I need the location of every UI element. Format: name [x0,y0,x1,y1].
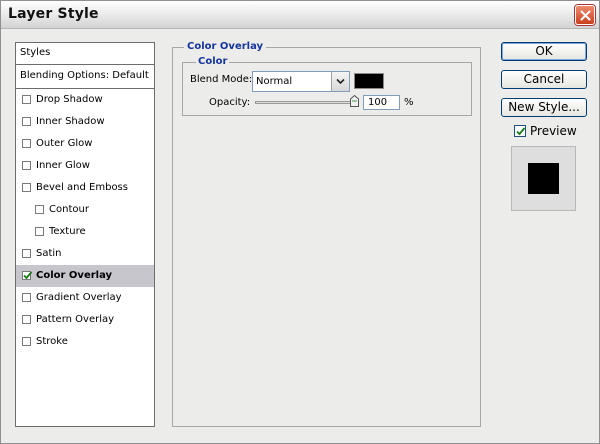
preview-checkbox[interactable] [514,125,526,137]
color-subgroup-heading: Color [196,56,230,67]
contour-checkbox[interactable] [35,205,44,214]
style-item-pattern-overlay[interactable]: Pattern Overlay [16,309,154,331]
style-item-texture[interactable]: Texture [16,221,154,243]
satin-checkbox[interactable] [22,249,31,258]
gradient-overlay-checkbox[interactable] [22,293,31,302]
inner-shadow-checkbox[interactable] [22,117,31,126]
style-item-label: Inner Glow [36,160,90,171]
blending-options-item[interactable]: Blending Options: Default [16,65,154,89]
overlay-color-swatch[interactable] [354,73,384,89]
preview-label: Preview [530,124,577,138]
outer-glow-checkbox[interactable] [22,139,31,148]
styles-list: Styles Blending Options: Default Drop Sh… [15,42,155,427]
cancel-button[interactable]: Cancel [501,70,587,89]
stroke-checkbox[interactable] [22,337,31,346]
style-item-outer-glow[interactable]: Outer Glow [16,133,154,155]
preview-swatch [528,163,559,194]
style-item-label: Inner Shadow [36,116,105,127]
title-bar[interactable]: Layer Style [1,1,599,29]
style-item-satin[interactable]: Satin [16,243,154,265]
style-item-color-overlay[interactable]: Color Overlay [16,265,154,287]
style-preview [511,146,576,211]
blend-mode-select[interactable]: Normal [252,71,350,92]
style-item-label: Texture [49,226,86,237]
texture-checkbox[interactable] [35,227,44,236]
new-style-button[interactable]: New Style... [501,98,587,117]
close-button[interactable] [575,5,595,25]
style-item-label: Outer Glow [36,138,93,149]
layer-style-dialog: Layer Style Styles Blending Options: Def… [0,0,600,444]
style-item-stroke[interactable]: Stroke [16,331,154,353]
color-overlay-heading: Color Overlay [184,41,267,52]
drop-shadow-checkbox[interactable] [22,95,31,104]
opacity-value: 100 [368,97,388,108]
bevel-emboss-checkbox[interactable] [22,183,31,192]
style-item-inner-shadow[interactable]: Inner Shadow [16,111,154,133]
pattern-overlay-checkbox[interactable] [22,315,31,324]
style-item-drop-shadow[interactable]: Drop Shadow [16,89,154,111]
style-item-gradient-overlay[interactable]: Gradient Overlay [16,287,154,309]
style-item-label: Color Overlay [36,270,113,281]
opacity-unit: % [404,97,414,108]
style-item-label: Pattern Overlay [36,314,115,325]
style-item-label: Contour [49,204,89,215]
window-title: Layer Style [8,6,99,22]
style-item-label: Gradient Overlay [36,292,122,303]
checkmark-icon [23,271,33,280]
close-icon [580,10,590,20]
blend-mode-value: Normal [256,76,293,87]
opacity-slider-track[interactable] [255,101,357,104]
chevron-down-icon [336,78,345,85]
style-item-bevel-emboss[interactable]: Bevel and Emboss [16,177,154,199]
style-item-label: Stroke [36,336,68,347]
checkmark-icon [516,127,526,136]
styles-header[interactable]: Styles [16,43,154,65]
inner-glow-checkbox[interactable] [22,161,31,170]
style-item-contour[interactable]: Contour [16,199,154,221]
style-item-inner-glow[interactable]: Inner Glow [16,155,154,177]
style-item-label: Satin [36,248,62,259]
ok-button[interactable]: OK [501,42,587,61]
opacity-input[interactable]: 100 [363,95,400,110]
blend-mode-dropdown-button[interactable] [331,72,349,91]
blend-mode-label: Blend Mode: [190,74,253,85]
style-item-label: Drop Shadow [36,94,103,105]
color-overlay-checkbox[interactable] [22,271,33,280]
style-item-label: Bevel and Emboss [36,182,128,193]
opacity-label: Opacity: [209,97,251,108]
slider-thumb-icon[interactable] [350,95,359,107]
